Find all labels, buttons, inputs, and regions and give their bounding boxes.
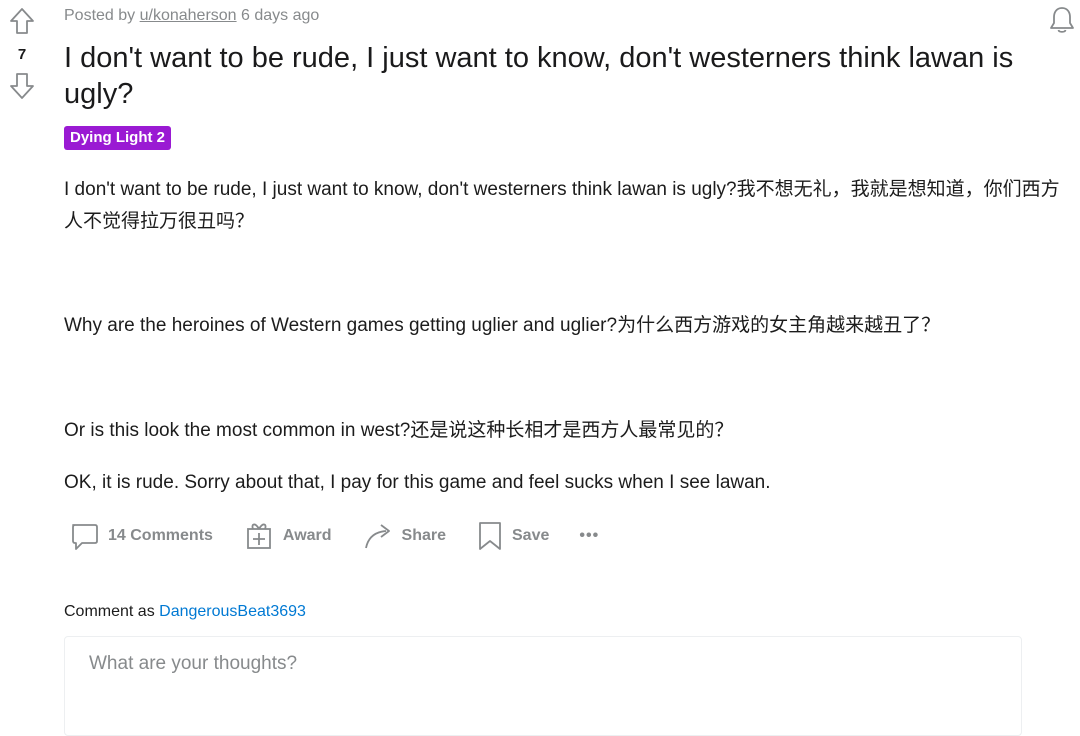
award-button[interactable]: Award (243, 520, 332, 552)
save-label: Save (512, 527, 550, 544)
author-link[interactable]: u/konaherson (140, 7, 237, 24)
post-time: 6 days ago (241, 7, 320, 24)
vote-count: 7 (17, 46, 27, 63)
save-button[interactable]: Save (476, 520, 549, 552)
comment-placeholder: What are your thoughts? (89, 653, 298, 674)
post-flair[interactable]: Dying Light 2 (64, 126, 171, 150)
downvote-button[interactable] (5, 69, 39, 103)
arrow-up-icon (10, 8, 34, 34)
bookmark-icon (479, 522, 501, 550)
comments-button[interactable]: 14 Comments (68, 520, 213, 552)
notification-bell-button[interactable] (1046, 4, 1078, 36)
post-meta: Posted by u/konaherson 6 days ago (64, 7, 319, 25)
more-options-button[interactable]: ••• (579, 527, 599, 545)
share-arrow-icon (364, 524, 390, 549)
award-label: Award (282, 527, 332, 544)
comments-label: 14 Comments (108, 527, 213, 544)
meta-prefix: Posted by (64, 7, 136, 24)
arrow-down-icon (10, 73, 34, 99)
comment-username-link[interactable]: DangerousBeat3693 (159, 603, 306, 620)
post-paragraph: OK, it is rude. Sorry about that, I pay … (64, 472, 771, 493)
post-actions: 14 Comments Award Share Save ••• (64, 520, 629, 552)
comment-as-line: Comment as DangerousBeat3693 (64, 603, 306, 621)
vote-column: 7 (0, 0, 44, 103)
comment-bubble-icon (72, 524, 98, 550)
bell-icon (1050, 7, 1074, 33)
post-paragraph: I don't want to be rude, I just want to … (64, 179, 1060, 232)
upvote-button[interactable] (5, 4, 39, 38)
post-paragraph: Or is this look the most common in west?… (64, 420, 734, 441)
comment-input[interactable]: What are your thoughts? (64, 636, 1022, 736)
post-paragraph: Why are the heroines of Western games ge… (64, 315, 941, 336)
gift-icon (247, 523, 271, 549)
share-button[interactable]: Share (362, 520, 446, 552)
comment-as-label: Comment as (64, 603, 155, 620)
share-label: Share (401, 527, 446, 544)
post-title: I don't want to be rude, I just want to … (64, 42, 1014, 110)
more-dots-icon: ••• (579, 527, 600, 544)
